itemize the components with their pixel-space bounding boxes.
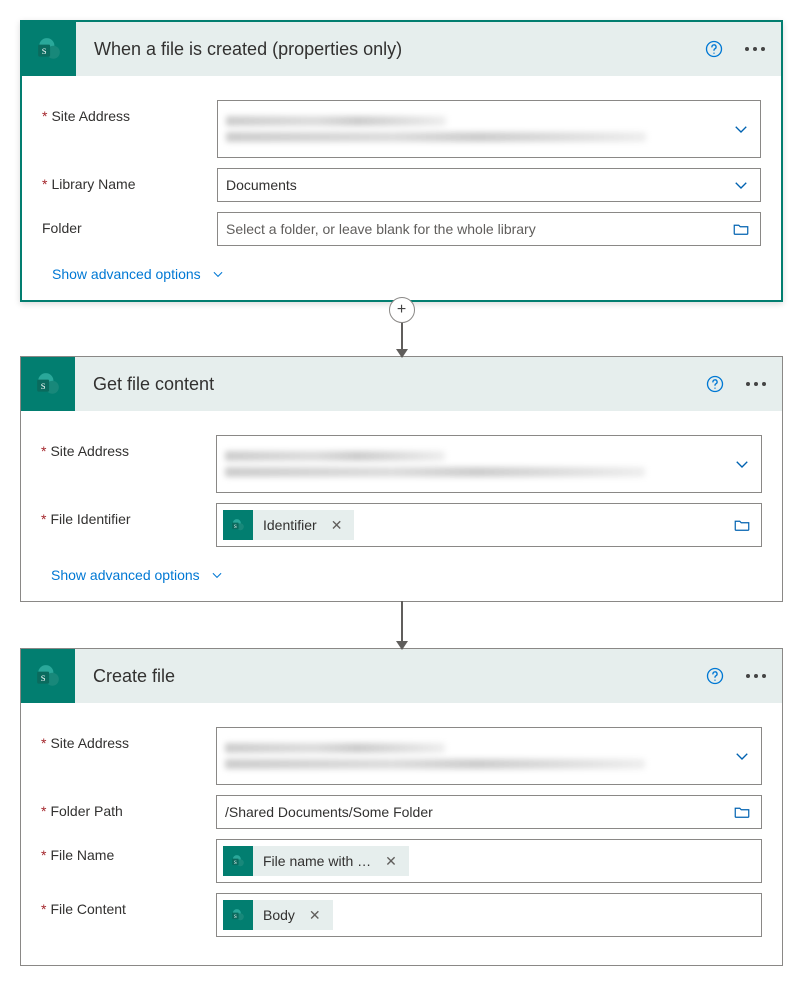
card-body: *Site Address *Folder Path /Shared Docum…: [21, 703, 782, 965]
card-body: *Site Address *Library Name Documents: [22, 76, 781, 300]
folder-picker-icon[interactable]: [733, 516, 751, 534]
folder-path-value: /Shared Documents/Some Folder: [225, 804, 433, 820]
card-header[interactable]: S Create file: [21, 649, 782, 703]
folder-path-label: *Folder Path: [41, 795, 216, 819]
folder-path-input[interactable]: /Shared Documents/Some Folder: [216, 795, 762, 829]
redacted-value: [225, 743, 645, 769]
file-content-input[interactable]: S Body ✕: [216, 893, 762, 937]
card-header[interactable]: S Get file content: [21, 357, 782, 411]
svg-text:S: S: [234, 914, 237, 920]
svg-text:S: S: [42, 46, 47, 56]
card-title: Get file content: [75, 374, 704, 395]
token-label: Body: [263, 907, 305, 923]
folder-picker-icon[interactable]: [733, 803, 751, 821]
svg-text:S: S: [41, 381, 46, 391]
chevron-down-icon[interactable]: [733, 747, 751, 765]
dynamic-content-token[interactable]: S File name with … ✕: [223, 846, 409, 876]
redacted-value: [225, 451, 645, 477]
add-step-button[interactable]: +: [389, 297, 415, 323]
token-remove-icon[interactable]: ✕: [381, 853, 401, 870]
more-menu-icon[interactable]: [742, 674, 770, 678]
library-name-label: *Library Name: [42, 168, 217, 192]
sharepoint-icon: S: [22, 22, 76, 76]
more-menu-icon[interactable]: [741, 47, 769, 51]
file-name-input[interactable]: S File name with … ✕: [216, 839, 762, 883]
library-name-input[interactable]: Documents: [217, 168, 761, 202]
chevron-down-icon[interactable]: [732, 120, 750, 138]
site-address-input[interactable]: [216, 435, 762, 493]
site-address-label: *Site Address: [41, 435, 216, 459]
card-body: *Site Address *File Identifier S Identif…: [21, 411, 782, 601]
chevron-down-icon[interactable]: [733, 455, 751, 473]
svg-text:S: S: [234, 524, 237, 530]
library-name-value: Documents: [226, 177, 297, 193]
help-icon[interactable]: [703, 38, 725, 60]
token-label: File name with …: [263, 853, 381, 869]
token-remove-icon[interactable]: ✕: [305, 907, 325, 924]
show-advanced-link[interactable]: Show advanced options: [42, 266, 225, 282]
sharepoint-icon: S: [223, 510, 253, 540]
sharepoint-icon: S: [223, 846, 253, 876]
folder-label: Folder: [42, 212, 217, 236]
redacted-value: [226, 116, 646, 142]
more-menu-icon[interactable]: [742, 382, 770, 386]
token-label: Identifier: [263, 517, 327, 533]
folder-picker-icon[interactable]: [732, 220, 750, 238]
dynamic-content-token[interactable]: S Identifier ✕: [223, 510, 354, 540]
action-card-get-file-content: S Get file content *Site Address *File I…: [20, 356, 783, 602]
help-icon[interactable]: [704, 665, 726, 687]
help-icon[interactable]: [704, 373, 726, 395]
site-address-label: *Site Address: [41, 727, 216, 751]
token-remove-icon[interactable]: ✕: [327, 517, 347, 534]
card-title: When a file is created (properties only): [76, 39, 703, 60]
dynamic-content-token[interactable]: S Body ✕: [223, 900, 333, 930]
folder-input[interactable]: Select a folder, or leave blank for the …: [217, 212, 761, 246]
connector-arrow: +: [20, 301, 783, 357]
file-identifier-input[interactable]: S Identifier ✕: [216, 503, 762, 547]
trigger-card: S When a file is created (properties onl…: [20, 20, 783, 302]
chevron-down-icon[interactable]: [732, 176, 750, 194]
sharepoint-icon: S: [21, 357, 75, 411]
show-advanced-link[interactable]: Show advanced options: [41, 567, 224, 583]
file-name-label: *File Name: [41, 839, 216, 863]
site-address-input[interactable]: [216, 727, 762, 785]
file-identifier-label: *File Identifier: [41, 503, 216, 527]
connector-arrow: [20, 601, 783, 649]
card-title: Create file: [75, 666, 704, 687]
sharepoint-icon: S: [21, 649, 75, 703]
svg-text:S: S: [234, 860, 237, 866]
action-card-create-file: S Create file *Site Address *Folder Path: [20, 648, 783, 966]
card-header[interactable]: S When a file is created (properties onl…: [22, 22, 781, 76]
site-address-label: *Site Address: [42, 100, 217, 124]
site-address-input[interactable]: [217, 100, 761, 158]
file-content-label: *File Content: [41, 893, 216, 917]
svg-text:S: S: [41, 673, 46, 683]
folder-placeholder: Select a folder, or leave blank for the …: [226, 221, 536, 237]
sharepoint-icon: S: [223, 900, 253, 930]
